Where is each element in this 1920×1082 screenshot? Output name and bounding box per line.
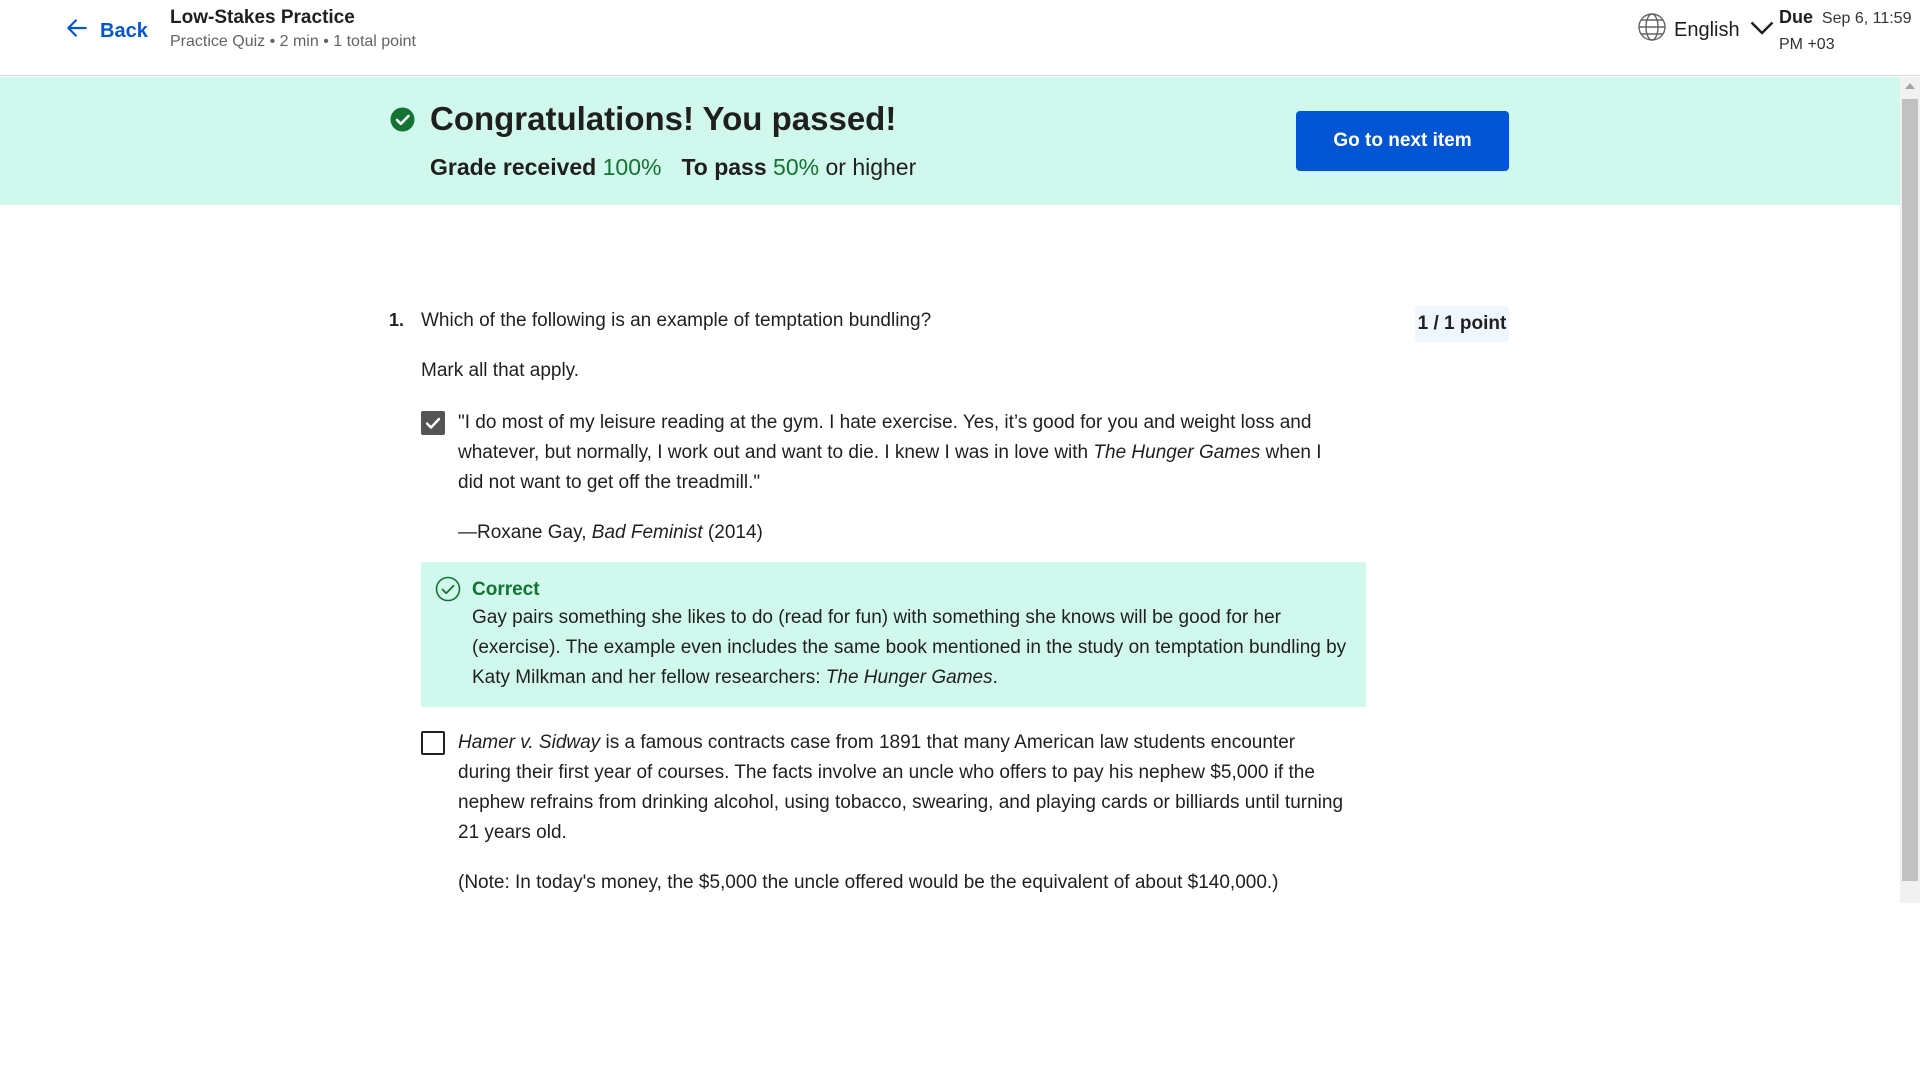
language-selector[interactable]: English <box>1637 12 1777 48</box>
pass-label: To pass <box>681 154 767 180</box>
scroll-up-arrow-icon[interactable] <box>1905 83 1915 89</box>
grade-value: 100% <box>602 154 662 180</box>
points-badge: 1 / 1 point <box>1415 306 1509 342</box>
arrow-left-icon <box>64 15 90 47</box>
option-1-attribution: —Roxane Gay, Bad Feminist (2014) <box>458 518 763 548</box>
option-2-text[interactable]: Hamer v. Sidway is a famous contracts ca… <box>458 728 1348 848</box>
question-text: Which of the following is an example of … <box>421 310 932 331</box>
globe-icon <box>1637 12 1667 48</box>
check-circle-outline-icon <box>435 576 461 602</box>
pass-title: Congratulations! You passed! <box>430 100 897 137</box>
due-label: Due <box>1779 7 1814 27</box>
attribution-prefix: —Roxane Gay, <box>458 522 587 543</box>
option-2-note: (Note: In today's money, the $5,000 the … <box>458 872 1279 893</box>
grade-received: Grade received 100% <box>430 151 661 183</box>
next-item-button[interactable]: Go to next item <box>1296 111 1509 171</box>
grade-summary: Grade received 100% To pass 50% or highe… <box>430 151 916 183</box>
grade-label: Grade received <box>430 154 597 180</box>
chevron-down-icon <box>1747 12 1777 48</box>
feedback-book-title: The Hunger Games <box>825 667 993 688</box>
option-1-book-title: The Hunger Games <box>1093 442 1261 463</box>
pass-suffix: or higher <box>825 154 917 180</box>
option-1-text[interactable]: "I do most of my leisure reading at the … <box>458 408 1348 498</box>
top-header: Back Low-Stakes Practice Practice Quiz •… <box>0 0 1920 76</box>
page-title: Low-Stakes Practice <box>170 7 355 28</box>
scrollbar-thumb[interactable] <box>1902 99 1918 881</box>
option-2-case-name: Hamer v. Sidway <box>458 732 601 753</box>
attribution-year: (2014) <box>707 522 763 543</box>
back-button[interactable]: Back <box>64 16 148 46</box>
feedback-title: Correct <box>472 579 540 600</box>
attribution-book: Bad Feminist <box>591 522 703 543</box>
check-circle-icon <box>390 107 415 132</box>
option-1-checkbox[interactable] <box>421 411 445 435</box>
feedback-text-b: . <box>992 667 998 688</box>
question-number: 1. <box>389 310 405 330</box>
language-label: English <box>1674 18 1740 41</box>
question-instruction: Mark all that apply. <box>421 360 580 381</box>
feedback-text: Gay pairs something she likes to do (rea… <box>472 603 1352 693</box>
pass-banner: Congratulations! You passed! Grade recei… <box>0 77 1900 205</box>
feedback-correct: Correct Gay pairs something she likes to… <box>421 562 1366 707</box>
scrollbar[interactable] <box>1900 77 1920 903</box>
pass-threshold: To pass 50% or higher <box>681 151 916 183</box>
option-2-checkbox[interactable] <box>421 731 445 755</box>
pass-value: 50% <box>773 154 820 180</box>
item-title-block: Low-Stakes Practice Practice Quiz • 2 mi… <box>170 6 416 54</box>
item-meta: Practice Quiz • 2 min • 1 total point <box>170 33 416 50</box>
back-label: Back <box>100 19 148 42</box>
due-date: Due Sep 6, 11:59 PM +03 <box>1779 4 1915 58</box>
